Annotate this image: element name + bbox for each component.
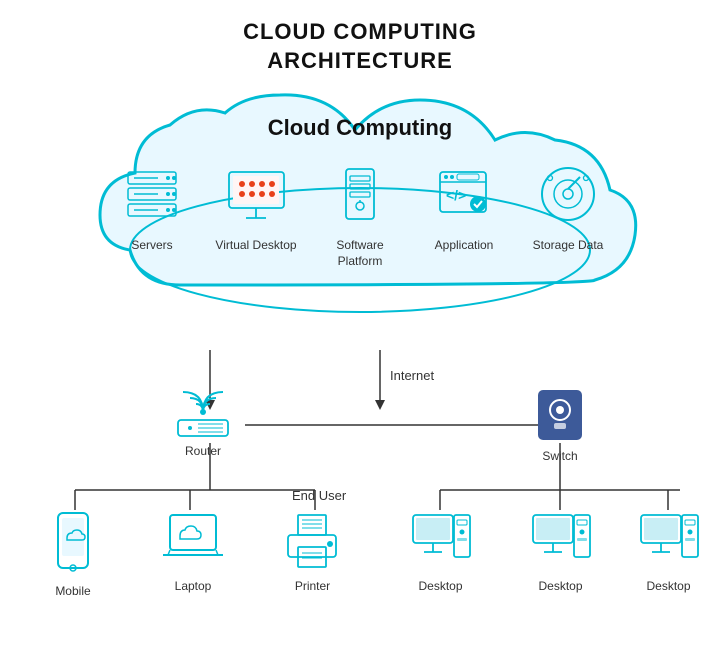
page-title: CLOUD COMPUTING ARCHITECTURE [0,0,720,75]
cloud-diagram: Cloud Computing [80,85,640,345]
mobile-label: Mobile [55,584,90,598]
switch-device: Switch [530,385,590,463]
software-platform-label: Software Platform [315,238,405,269]
desktop1-device: Desktop [408,510,473,593]
svg-text:</>: </> [446,187,466,203]
cloud-icon-servers: Servers [107,160,197,254]
desktop2-label: Desktop [538,579,582,593]
printer-device: Printer [280,510,345,593]
switch-label: Switch [542,449,577,463]
storage-data-label: Storage Data [533,238,604,254]
mobile-device: Mobile [48,510,98,598]
enduser-label: End User [292,488,346,503]
laptop-device: Laptop [158,510,228,593]
router-label: Router [185,444,221,458]
cloud-icon-storage-data: Storage Data [523,160,613,254]
laptop-label: Laptop [175,579,212,593]
cloud-icons-row: Servers [100,160,620,269]
network-connections [0,345,720,655]
application-label: Application [435,238,494,254]
cloud-label: Cloud Computing [268,115,453,141]
servers-label: Servers [131,238,172,254]
cloud-icon-application: </> Application [419,160,509,254]
desktop3-label: Desktop [646,579,690,593]
router-device: Router [168,390,238,458]
printer-label: Printer [295,579,330,593]
internet-label: Internet [390,368,434,383]
cloud-icon-virtual-desktop: Virtual Desktop [211,160,301,254]
virtual-desktop-label: Virtual Desktop [215,238,296,254]
desktop3-device: Desktop [636,510,701,593]
cloud-icon-software-platform: Software Platform [315,160,405,269]
desktop2-device: Desktop [528,510,593,593]
desktop1-label: Desktop [418,579,462,593]
